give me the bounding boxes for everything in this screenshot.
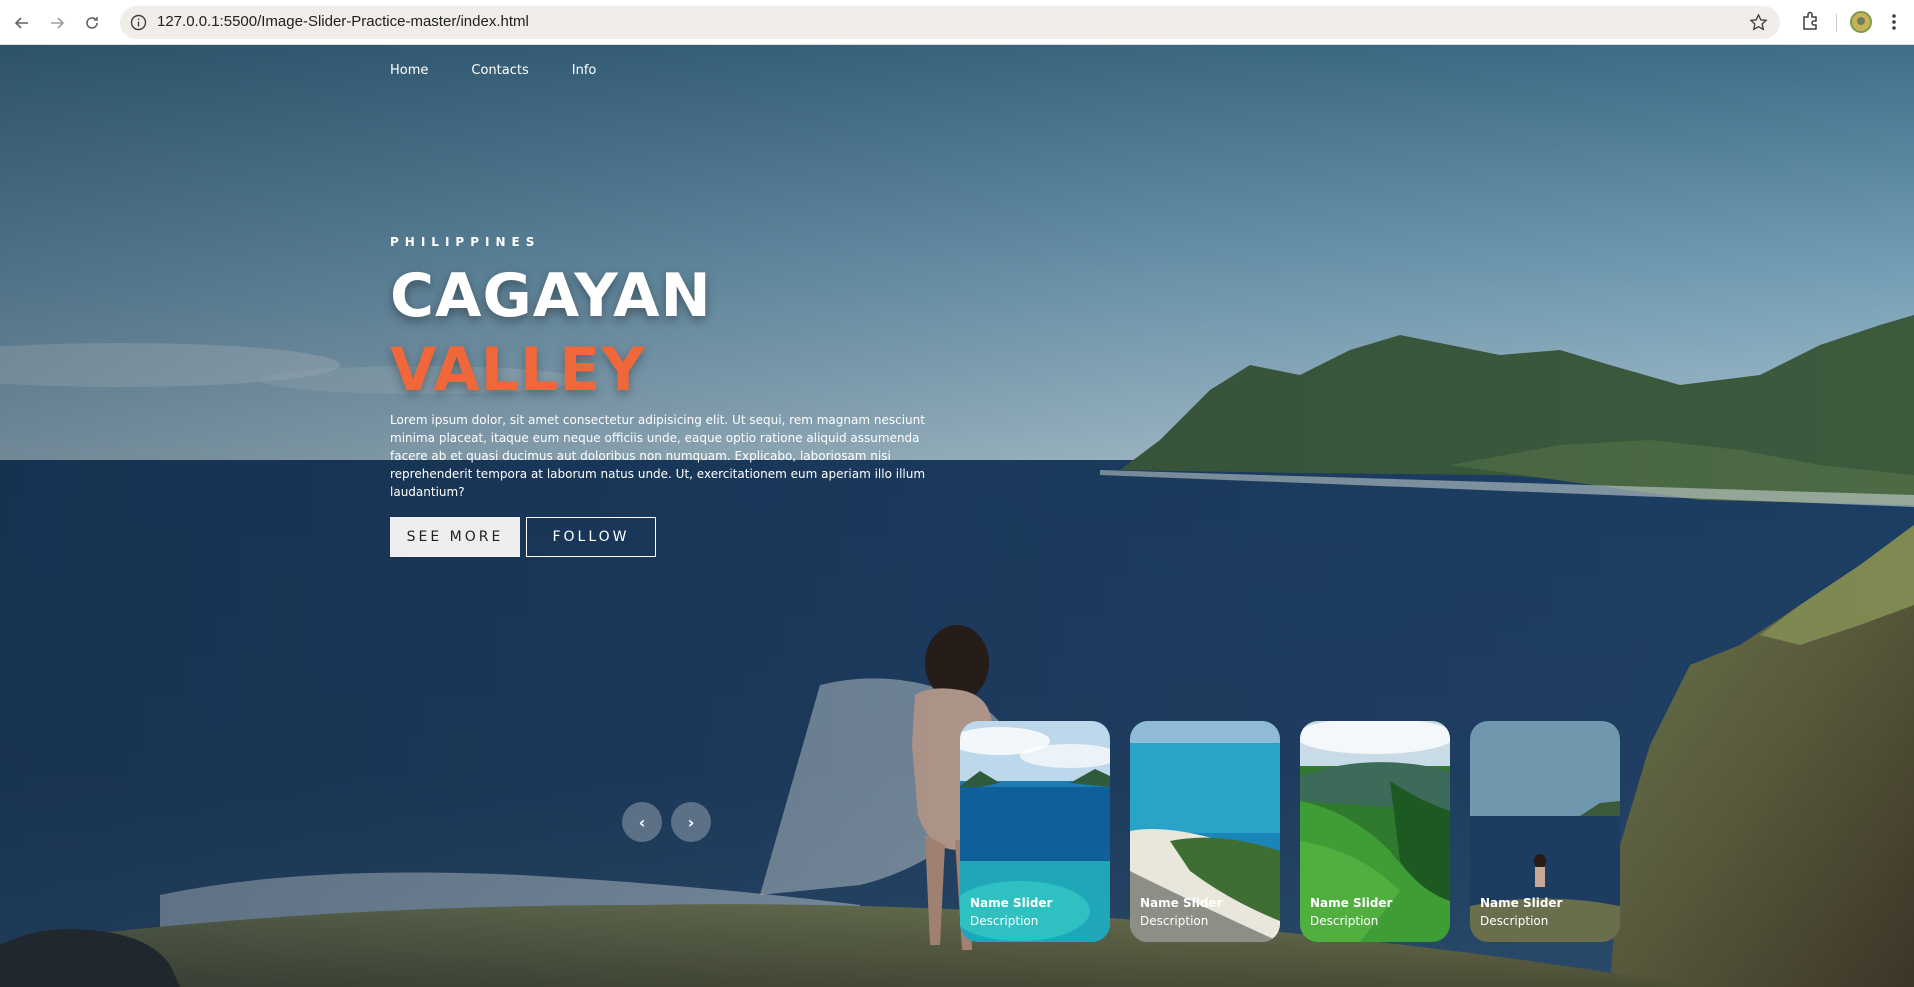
extensions-icon[interactable]	[1800, 10, 1822, 32]
nav-link-contacts[interactable]: Contacts	[471, 63, 528, 78]
thumbnail-description: Description	[1480, 914, 1549, 928]
thumbnail-name: Name Slider	[970, 896, 1053, 910]
hero-background-image	[0, 45, 1914, 987]
url-text[interactable]: 127.0.0.1:5500/Image-Slider-Practice-mas…	[157, 13, 529, 30]
thumbnail-name: Name Slider	[1140, 896, 1223, 910]
slide-description: Lorem ipsum dolor, sit amet consectetur …	[390, 413, 926, 499]
back-icon[interactable]	[10, 11, 34, 35]
thumbnail-name: Name Slider	[1480, 896, 1563, 910]
nav-link-info[interactable]: Info	[572, 63, 597, 78]
slide-buttons: SEE MORE FOLLOW	[390, 517, 930, 557]
thumbnail-description: Description	[1140, 914, 1209, 928]
profile-avatar[interactable]	[1850, 11, 1872, 33]
thumbnail-card[interactable]: Name Slider Description	[1300, 721, 1450, 942]
nav-link-home[interactable]: Home	[390, 63, 428, 78]
thumbnail-card[interactable]: Name Slider Description	[960, 721, 1110, 942]
toolbar-divider	[1836, 14, 1837, 32]
thumbnail-card[interactable]: Name Slider Description	[1470, 721, 1620, 942]
site-info-icon[interactable]	[130, 14, 147, 31]
see-more-button[interactable]: SEE MORE	[390, 517, 520, 557]
browser-toolbar: 127.0.0.1:5500/Image-Slider-Practice-mas…	[0, 0, 1914, 45]
slide-kicker: PHILIPPINES	[390, 235, 541, 249]
slide-topic: VALLEY	[390, 335, 646, 405]
next-slide-button[interactable]: ›	[671, 802, 711, 842]
thumbnail-description: Description	[970, 914, 1039, 928]
reload-icon[interactable]	[80, 11, 104, 35]
slide-title: CAGAYAN	[390, 261, 712, 331]
top-navigation: Home Contacts Info	[390, 63, 596, 78]
bookmark-star-icon[interactable]	[1749, 13, 1768, 32]
thumbnail-card[interactable]: Name Slider Description	[1130, 721, 1280, 942]
follow-button[interactable]: FOLLOW	[526, 517, 656, 557]
kebab-menu-icon[interactable]	[1884, 11, 1904, 33]
prev-slide-button[interactable]: ‹	[622, 802, 662, 842]
slide-content: PHILIPPINES CAGAYAN VALLEY Lorem ipsum d…	[390, 235, 930, 557]
address-bar[interactable]: 127.0.0.1:5500/Image-Slider-Practice-mas…	[120, 6, 1780, 39]
forward-icon[interactable]	[45, 11, 69, 35]
thumbnail-description: Description	[1310, 914, 1379, 928]
hero-slide: Home Contacts Info PHILIPPINES CAGAYAN V…	[0, 45, 1914, 987]
thumbnail-name: Name Slider	[1310, 896, 1393, 910]
